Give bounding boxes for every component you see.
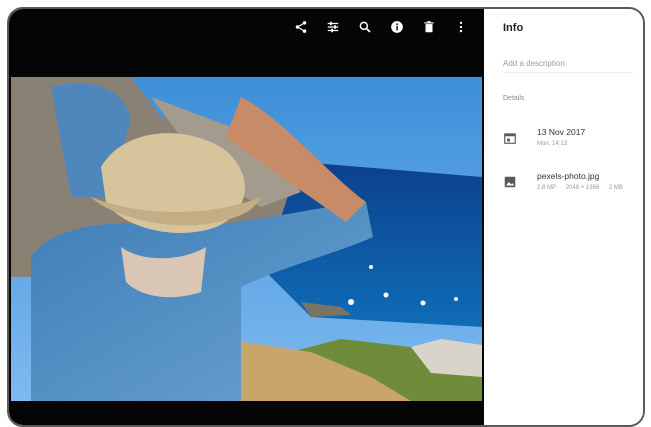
details-label: Details [503,95,525,102]
info-panel: Info Add a description Details 13 Nov 20… [484,9,643,425]
file-meta: 2.8 MP 2048 × 1366 2 MB [537,185,631,191]
resolution: 2048 × 1366 [565,185,600,191]
description-field[interactable]: Add a description [503,59,633,73]
file-name: pexels-photo.jpg [537,171,600,181]
date-row: 13 Nov 2017 Mon, 14:13 [503,127,643,147]
share-icon[interactable] [292,18,310,36]
image-icon [504,176,516,188]
delete-icon[interactable] [420,18,438,36]
viewer-toolbar [9,9,484,45]
megapixels: 2.8 MP [537,185,557,191]
image-viewer [9,9,484,425]
info-icon[interactable] [388,18,406,36]
panel-title: Info [503,22,524,34]
file-row: pexels-photo.jpg 2.8 MP 2048 × 1366 2 MB [503,171,643,191]
date-text: 13 Nov 2017 [537,127,586,137]
more-icon[interactable] [452,18,470,36]
time-text: Mon, 14:13 [537,141,568,147]
photo [11,77,482,401]
calendar-icon [504,133,516,144]
zoom-icon[interactable] [356,18,374,36]
photo-viewer-window: Info Add a description Details 13 Nov 20… [7,7,645,427]
file-size: 2 MB [608,185,623,191]
adjust-icon[interactable] [324,18,342,36]
